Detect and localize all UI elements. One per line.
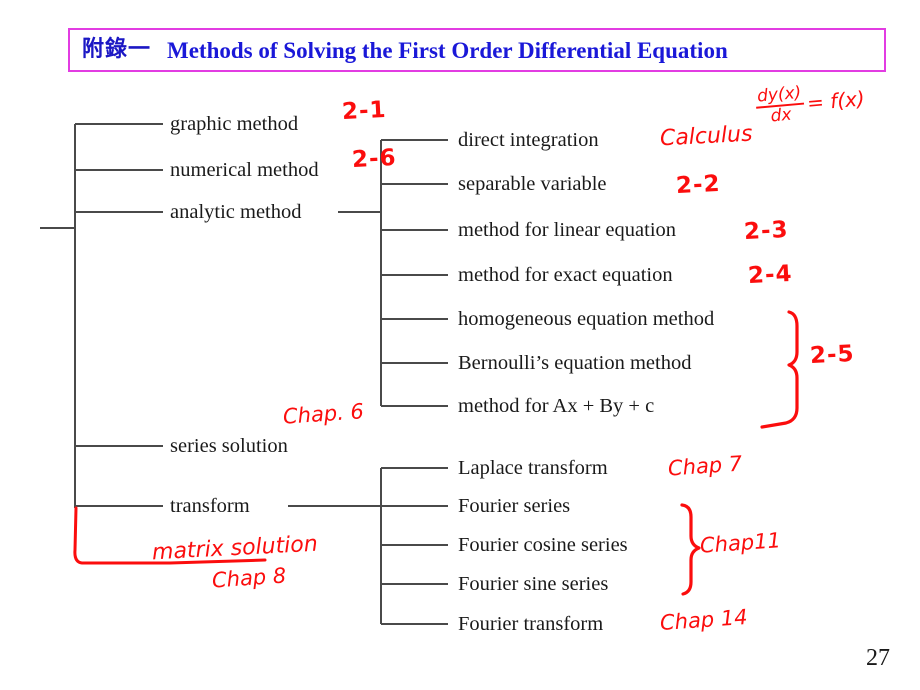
annotation-graphic-method-2-1: 2-1 [341, 96, 388, 126]
node-numerical-method[interactable]: numerical method [170, 160, 319, 181]
annotation-laplace-chap-7: Chap 7 [667, 451, 743, 481]
annotation-series-solution-chap-6: Chap. 6 [282, 399, 365, 429]
annotation-matrix-solution-chap-8: Chap 8 [211, 563, 287, 593]
node-direct-integration[interactable]: direct integration [458, 130, 599, 151]
derivative-denominator: dx [769, 105, 793, 127]
node-fourier-series[interactable]: Fourier series [458, 496, 570, 517]
title-english: Methods of Solving the First Order Diffe… [167, 37, 728, 63]
node-series-solution[interactable]: series solution [170, 436, 288, 457]
node-fourier-cosine-series[interactable]: Fourier cosine series [458, 535, 628, 556]
derivative-right-hand-side: = f(x) [806, 86, 866, 116]
title-chinese: 附錄一 [82, 37, 152, 62]
annotation-fourier-transform-chap-14: Chap 14 [659, 604, 749, 636]
annotation-fourier-chap-11: Chap11 [699, 528, 782, 558]
annotation-linear-equation-2-3: 2-3 [743, 216, 790, 246]
annotation-group-2-5: 2-5 [809, 340, 856, 370]
node-graphic-method[interactable]: graphic method [170, 114, 298, 135]
slide-title-box: 附錄一 Methods of Solving the First Order D… [68, 28, 886, 72]
node-method-exact-equation[interactable]: method for exact equation [458, 265, 673, 286]
annotation-matrix-solution: matrix solution [151, 531, 319, 566]
node-analytic-method[interactable]: analytic method [170, 202, 302, 223]
annotation-numerical-method-2-6: 2-6 [351, 144, 398, 174]
page-number: 27 [866, 645, 890, 671]
annotation-direct-integration-calculus: Calculus [659, 121, 754, 152]
annotation-separable-variable-2-2: 2-2 [675, 170, 722, 200]
brace-2-5 [760, 310, 799, 429]
node-homogeneous-equation-method[interactable]: homogeneous equation method [458, 309, 714, 330]
node-bernoulli-equation-method[interactable]: Bernoulli’s equation method [458, 353, 691, 374]
node-method-ax-by-c[interactable]: method for Ax + By + c [458, 396, 654, 417]
brace-chap11 [680, 503, 701, 596]
annotation-derivative-formula: dy(x) dx = f(x) [755, 79, 867, 127]
node-fourier-sine-series[interactable]: Fourier sine series [458, 574, 608, 595]
annotation-exact-equation-2-4: 2-4 [747, 260, 794, 290]
node-laplace-transform[interactable]: Laplace transform [458, 458, 608, 479]
node-method-linear-equation[interactable]: method for linear equation [458, 220, 676, 241]
node-transform[interactable]: transform [170, 496, 250, 517]
node-fourier-transform[interactable]: Fourier transform [458, 614, 603, 635]
node-separable-variable[interactable]: separable variable [458, 174, 607, 195]
